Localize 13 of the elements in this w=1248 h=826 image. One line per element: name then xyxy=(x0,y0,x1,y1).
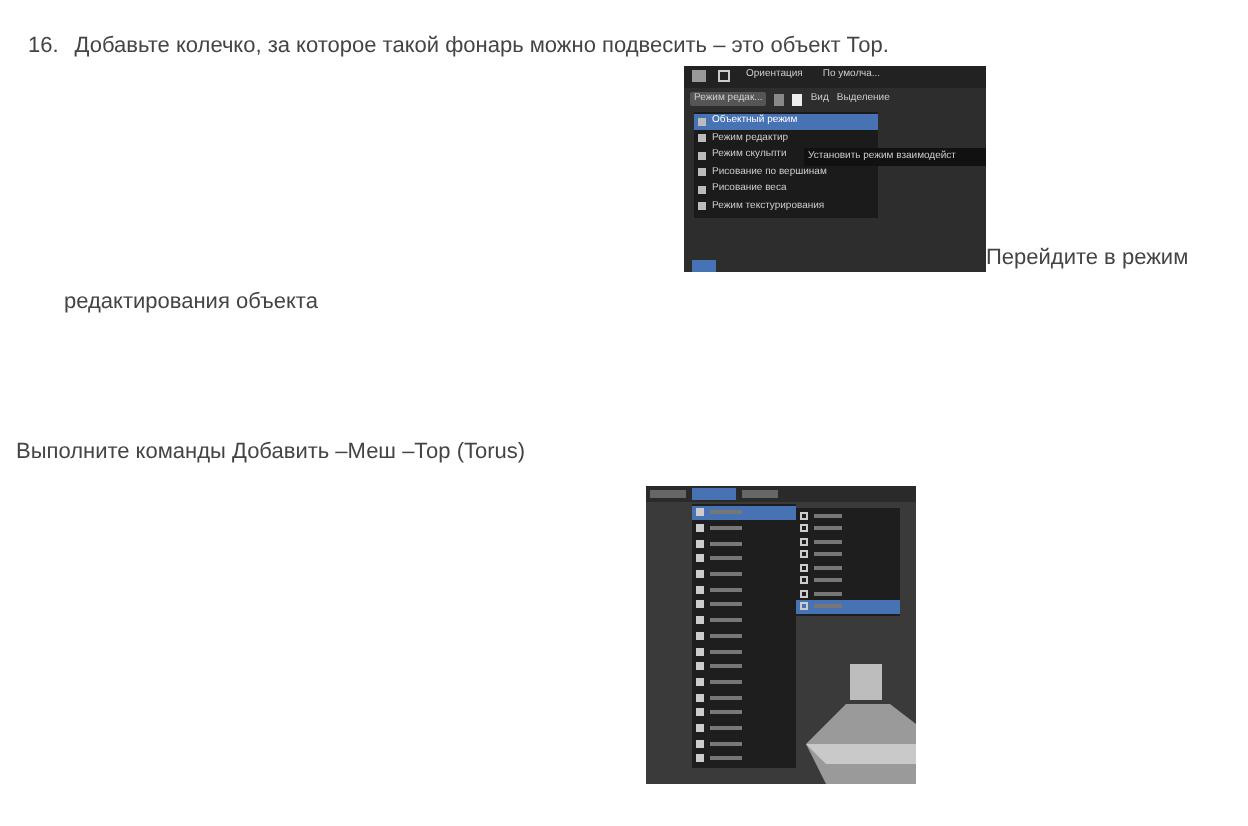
tool-button[interactable] xyxy=(692,259,716,271)
menu-item[interactable] xyxy=(692,505,796,521)
step-number: 16. xyxy=(28,32,59,62)
instruction-text: Выполните команды Добавить –Меш –Тор (Torus) xyxy=(16,440,526,464)
snap-icon xyxy=(718,70,730,82)
step-text: Добавьте колечко, за которое такой фонарь можно подвесить – это объект Тор. xyxy=(74,32,889,62)
paragraph-text: Перейдите в режим xyxy=(986,247,1189,269)
menu-tab[interactable] xyxy=(742,489,778,497)
lantern-model-drawing xyxy=(806,663,916,783)
transform-icon xyxy=(692,70,706,82)
menu-tab[interactable] xyxy=(692,487,736,499)
paragraph-text: редактирования объекта xyxy=(64,289,318,313)
menu-tab[interactable] xyxy=(650,489,686,497)
